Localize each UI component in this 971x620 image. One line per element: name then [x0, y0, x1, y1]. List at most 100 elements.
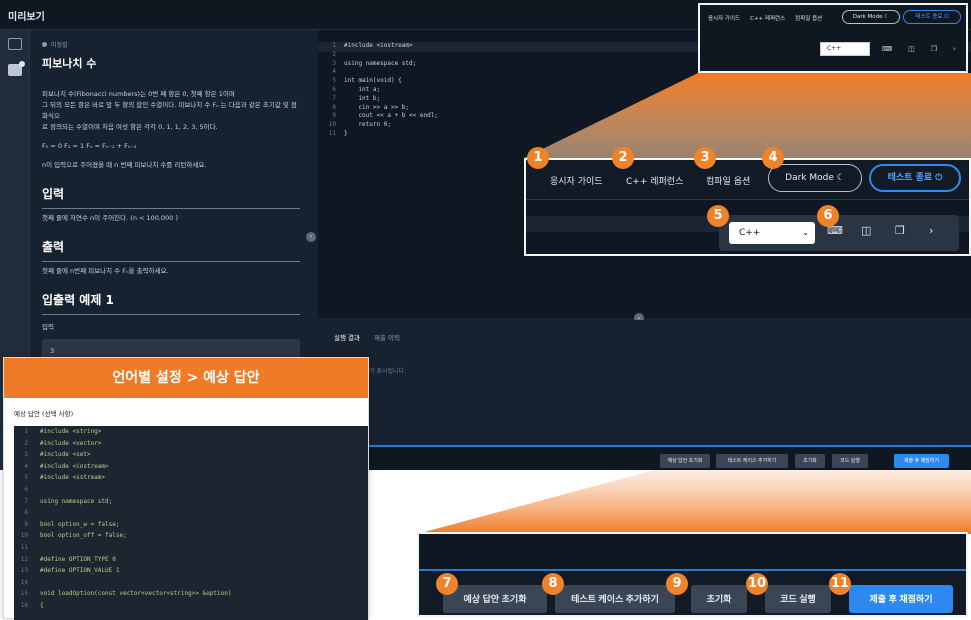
settings-panel-header: 언어별 설정 > 예상 답안 — [4, 358, 368, 398]
example-input-label: 입력 — [42, 323, 54, 331]
code-text: return 0; — [344, 121, 391, 129]
callout-badge-10: 10 — [746, 573, 768, 595]
submit-button[interactable]: 제출 후 채점하기 — [894, 454, 949, 468]
line-number: 5 — [332, 77, 336, 85]
level-dot-icon — [42, 42, 47, 47]
moon-icon: ☾ — [836, 173, 845, 183]
line-number: 13 — [20, 567, 28, 575]
tab-history[interactable]: 제출 이력 — [374, 332, 400, 342]
line-number: 8 — [24, 509, 28, 517]
callout-badge-8: 8 — [542, 573, 564, 595]
callout-badge-1: 1 — [527, 147, 549, 169]
problem-level: 미정렬 — [42, 40, 300, 49]
zoom-wedge-bottom — [417, 470, 971, 534]
line-number: 9 — [24, 520, 28, 528]
language-value: C++ — [739, 228, 761, 238]
compile-opt-link[interactable]: 컴파일 옵션 — [706, 174, 750, 187]
line-number: 8 — [332, 103, 336, 111]
reset-answer-button-large[interactable]: 예상 답안 초기화 — [443, 585, 547, 613]
desc-line: 그 뒤의 모든 항은 바로 앞 두 항의 합인 수열이다. 피보나치 수 Fₙ … — [42, 101, 297, 120]
power-icon: ⏻ — [935, 173, 943, 183]
callout-badge-5: 5 — [707, 205, 729, 227]
compile-opt-link-small[interactable]: 컴파일 옵션 — [795, 14, 822, 22]
dark-mode-toggle-small[interactable]: Dark Mode ☾ — [842, 10, 900, 24]
desc-line: 로 정의되는 수열이며 처음 여섯 항은 각각 0, 1, 1, 2, 3, 5… — [42, 123, 218, 131]
example-heading: 입출력 예제 1 — [42, 291, 300, 315]
dark-mode-label: Dark Mode — [852, 14, 883, 20]
reset-button-large[interactable]: 초기화 — [691, 585, 747, 613]
toolbar-icons-small: ⌨ ◫ ❐ › — [882, 45, 956, 53]
line-number: 4 — [332, 68, 336, 76]
callout-badge-7: 7 — [436, 573, 458, 595]
add-testcase-button-large[interactable]: 테스트 케이스 추가하기 — [555, 585, 675, 613]
language-select[interactable]: C++ ⌄ — [729, 222, 815, 244]
guide-link-small[interactable]: 응시자 가이드 — [708, 14, 740, 22]
code-text: #include <iostream> — [344, 42, 413, 49]
chevron-right-icon[interactable]: › — [929, 224, 933, 237]
code-text: { — [40, 602, 44, 609]
guide-link[interactable]: 응시자 가이드 — [550, 174, 603, 187]
submit-button-large[interactable]: 제출 후 채점하기 — [849, 585, 953, 613]
callout-badge-3: 3 — [694, 147, 716, 169]
input-description: 첫째 줄에 자연수 n이 주어진다. (n < 100,000 ) — [42, 214, 178, 222]
split-view-icon[interactable]: ◫ — [908, 45, 915, 53]
desc-line: 피보나치 수(Fibonacci numbers)는 0번 째 항은 0, 첫째… — [42, 90, 235, 98]
line-number: 4 — [24, 462, 28, 470]
callout-badge-2: 2 — [612, 147, 634, 169]
code-text: int main(void) { — [344, 77, 402, 85]
split-view-icon[interactable]: ◫ — [861, 224, 871, 237]
expected-answer-editor[interactable]: 1 #include <string> 2 #include <vector> 3 #in… — [14, 426, 368, 620]
problem-title: 피보나치 수 — [42, 57, 97, 70]
collapse-left-icon[interactable]: ‹ — [306, 232, 316, 242]
action-bar-large: 예상 답안 초기화 테스트 케이스 추가하기 초기화 코드 실행 제출 후 채점… — [419, 569, 966, 615]
keyboard-icon[interactable]: ⌨ — [882, 45, 892, 53]
line-number: 7 — [332, 94, 336, 102]
line-number: 6 — [24, 486, 28, 493]
code-text: #include <set> — [40, 451, 91, 459]
output-description: 첫째 줄에 n번째 피보나치 수 Fₙ을 출력하세요. — [42, 267, 169, 275]
tab-result[interactable]: 실행 결과 — [334, 332, 360, 342]
code-text: } — [344, 130, 348, 137]
run-code-button[interactable]: 코드 실행 — [832, 454, 868, 468]
copy-icon[interactable]: ❐ — [895, 224, 905, 237]
problem-list-icon[interactable] — [8, 38, 22, 50]
editor-toolbar: C++ ⌄ ⌨ ◫ ❐ › — [719, 215, 959, 251]
chevron-down-icon: ⌄ — [802, 228, 809, 237]
chevron-right-icon[interactable]: › — [953, 45, 956, 53]
input-heading: 입력 — [42, 185, 300, 209]
add-testcase-button[interactable]: 테스트 케이스 추가하기 — [716, 454, 788, 468]
settings-panel: 언어별 설정 > 예상 답안 예상 답안 (선택 사항) 1 #include <… — [3, 357, 369, 620]
code-text: bool option_w = false; — [40, 520, 120, 528]
callout-badge-11: 11 — [829, 573, 851, 595]
action-bar-callout: 예상 답안 초기화 테스트 케이스 추가하기 초기화 코드 실행 제출 후 채점… — [417, 532, 968, 617]
action-bar: 예상 답안 초기화 테스트 케이스 추가하기 초기화 코드 실행 제출 후 채점… — [318, 445, 971, 470]
copy-icon[interactable]: ❐ — [931, 45, 937, 53]
cpp-ref-link-small[interactable]: C++ 레퍼런스 — [750, 14, 785, 22]
settings-panel-subtitle: 예상 답안 (선택 사항) — [14, 410, 74, 418]
reset-answer-button[interactable]: 예상 답안 초기화 — [660, 454, 710, 468]
end-test-button-small[interactable]: 테스트 종료 ⏻ — [903, 10, 961, 24]
line-number: 2 — [24, 439, 28, 447]
dark-mode-toggle[interactable]: Dark Mode ☾ — [768, 164, 862, 192]
result-panel: 실행 결과 제출 이력 결과가 표시됩니다. — [318, 320, 971, 445]
problem-formula: F₀ = 0 F₁ = 1 Fₙ = Fₙ₋₁ + Fₙ₋₂ — [42, 142, 137, 150]
language-select-small[interactable]: C++ — [820, 42, 870, 56]
moon-icon: ☾ — [884, 14, 890, 20]
line-number: 6 — [332, 86, 336, 93]
cpp-ref-link[interactable]: C++ 레퍼런스 — [626, 174, 683, 187]
code-text: int b; — [344, 94, 381, 102]
problem-description: 피보나치 수(Fibonacci numbers)는 0번 째 항은 0, 첫째… — [42, 89, 300, 133]
reset-button[interactable]: 초기화 — [795, 454, 825, 468]
line-number: 10 — [328, 121, 336, 129]
level-label: 미정렬 — [51, 42, 68, 49]
code-text: #include <vector> — [40, 439, 102, 447]
run-code-button-large[interactable]: 코드 실행 — [765, 585, 831, 613]
line-number: 7 — [24, 497, 28, 505]
line-number: 3 — [24, 451, 28, 459]
code-text: bool option_off = false; — [40, 532, 127, 540]
end-test-button[interactable]: 테스트 종료 ⏻ — [869, 164, 961, 192]
line-number: 10 — [20, 532, 28, 540]
callout-badge-6: 6 — [817, 205, 839, 227]
output-heading: 출력 — [42, 238, 300, 262]
dark-mode-label: Dark Mode — [785, 173, 834, 183]
